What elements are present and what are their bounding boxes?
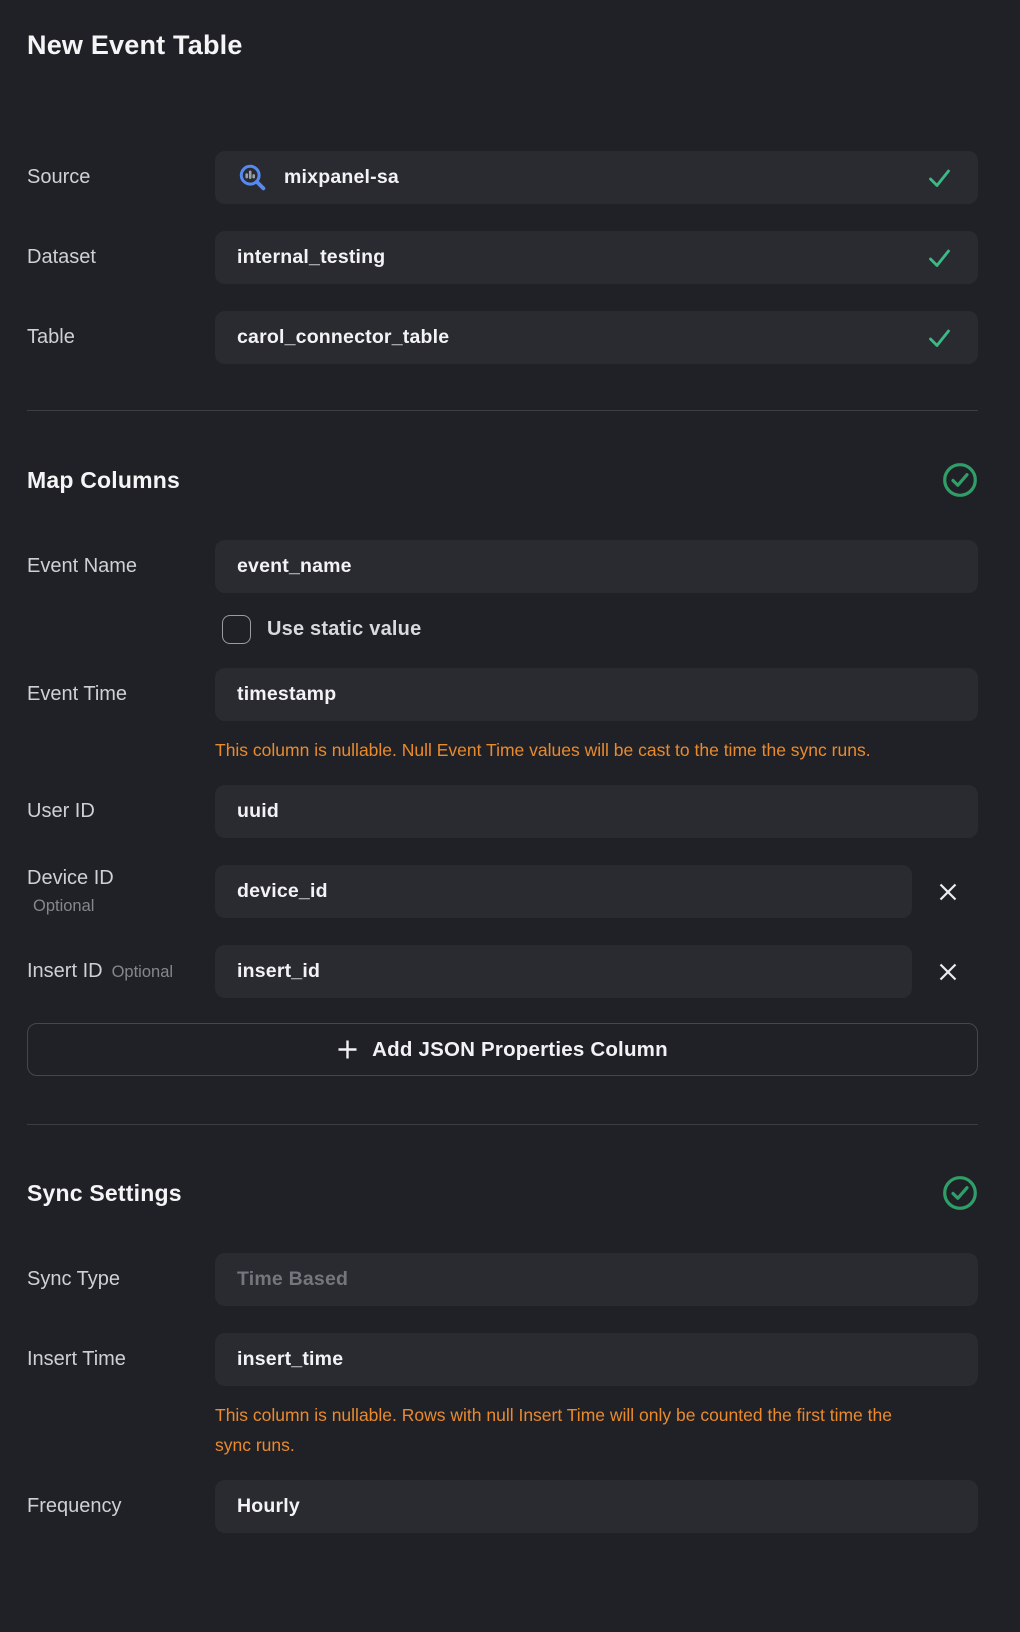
device-id-label-block: Device ID Optional [27, 865, 215, 918]
event-time-select[interactable]: timestamp [215, 668, 978, 721]
page-title: New Event Table [27, 27, 978, 63]
x-icon [937, 961, 959, 983]
device-id-row: Device ID Optional device_id [27, 865, 978, 918]
insert-id-label: Insert ID [27, 960, 103, 983]
event-name-row: Event Name event_name [27, 540, 978, 593]
use-static-value-label: Use static value [267, 618, 421, 641]
new-event-table-form: New Event Table Source mixpanel-sa [0, 27, 1020, 1533]
source-select[interactable]: mixpanel-sa [215, 151, 978, 204]
insert-id-label-block: Insert ID Optional [27, 945, 215, 998]
insert-time-value: insert_time [237, 1348, 952, 1371]
device-id-optional-label: Optional [27, 897, 94, 916]
map-columns-title: Map Columns [27, 467, 180, 494]
frequency-row: Frequency Hourly [27, 1480, 978, 1533]
remove-insert-id-button[interactable] [930, 945, 966, 998]
frequency-label: Frequency [27, 1480, 215, 1533]
dataset-value: internal_testing [237, 246, 915, 269]
table-select[interactable]: carol_connector_table [215, 311, 978, 364]
table-row: Table carol_connector_table [27, 311, 978, 364]
add-json-properties-column-button[interactable]: Add JSON Properties Column [27, 1023, 978, 1076]
frequency-select[interactable]: Hourly [215, 1480, 978, 1533]
event-time-nullable-warning: This column is nullable. Null Event Time… [215, 735, 923, 765]
source-label: Source [27, 151, 215, 204]
use-static-value-checkbox[interactable] [222, 615, 251, 644]
device-id-value: device_id [237, 880, 886, 903]
use-static-value-row: Use static value [215, 613, 978, 645]
event-name-label: Event Name [27, 540, 215, 593]
frequency-value: Hourly [237, 1495, 952, 1518]
event-name-select[interactable]: event_name [215, 540, 978, 593]
sync-type-select: Time Based [215, 1253, 978, 1306]
section-divider [27, 1124, 978, 1125]
insert-time-select[interactable]: insert_time [215, 1333, 978, 1386]
insert-id-value: insert_id [237, 960, 886, 983]
x-icon [937, 881, 959, 903]
insert-id-select[interactable]: insert_id [215, 945, 912, 998]
sync-settings-title: Sync Settings [27, 1180, 182, 1207]
user-id-row: User ID uuid [27, 785, 978, 838]
sync-type-label: Sync Type [27, 1253, 215, 1306]
event-time-value: timestamp [237, 683, 952, 706]
plus-icon [337, 1039, 358, 1060]
source-value: mixpanel-sa [284, 166, 915, 189]
section-divider [27, 410, 978, 411]
insert-id-optional-label: Optional [112, 963, 173, 982]
event-name-value: event_name [237, 555, 952, 578]
source-valid-check-icon [927, 167, 952, 189]
event-time-row: Event Time timestamp [27, 668, 978, 721]
add-json-button-label: Add JSON Properties Column [372, 1038, 668, 1062]
insert-time-label: Insert Time [27, 1333, 215, 1386]
source-row: Source mixpanel-sa [27, 151, 978, 204]
dataset-valid-check-icon [927, 247, 952, 269]
device-id-select[interactable]: device_id [215, 865, 912, 918]
insert-time-nullable-warning: This column is nullable. Rows with null … [215, 1400, 923, 1460]
sync-type-row: Sync Type Time Based [27, 1253, 978, 1306]
bigquery-search-icon [237, 162, 268, 193]
sync-settings-complete-circle-check-icon [942, 1175, 978, 1211]
sync-settings-header: Sync Settings [27, 1176, 978, 1210]
table-label: Table [27, 311, 215, 364]
source-section: Source mixpanel-sa [27, 151, 978, 364]
insert-id-row: Insert ID Optional insert_id [27, 945, 978, 998]
user-id-value: uuid [237, 800, 952, 823]
dataset-select[interactable]: internal_testing [215, 231, 978, 284]
table-value: carol_connector_table [237, 326, 915, 349]
dataset-row: Dataset internal_testing [27, 231, 978, 284]
user-id-select[interactable]: uuid [215, 785, 978, 838]
device-id-label: Device ID [27, 867, 114, 890]
insert-time-row: Insert Time insert_time [27, 1333, 978, 1386]
event-time-label: Event Time [27, 668, 215, 721]
map-columns-complete-circle-check-icon [942, 462, 978, 498]
map-columns-header: Map Columns [27, 463, 978, 497]
user-id-label: User ID [27, 785, 215, 838]
dataset-label: Dataset [27, 231, 215, 284]
table-valid-check-icon [927, 327, 952, 349]
remove-device-id-button[interactable] [930, 865, 966, 918]
sync-type-value: Time Based [237, 1268, 952, 1291]
